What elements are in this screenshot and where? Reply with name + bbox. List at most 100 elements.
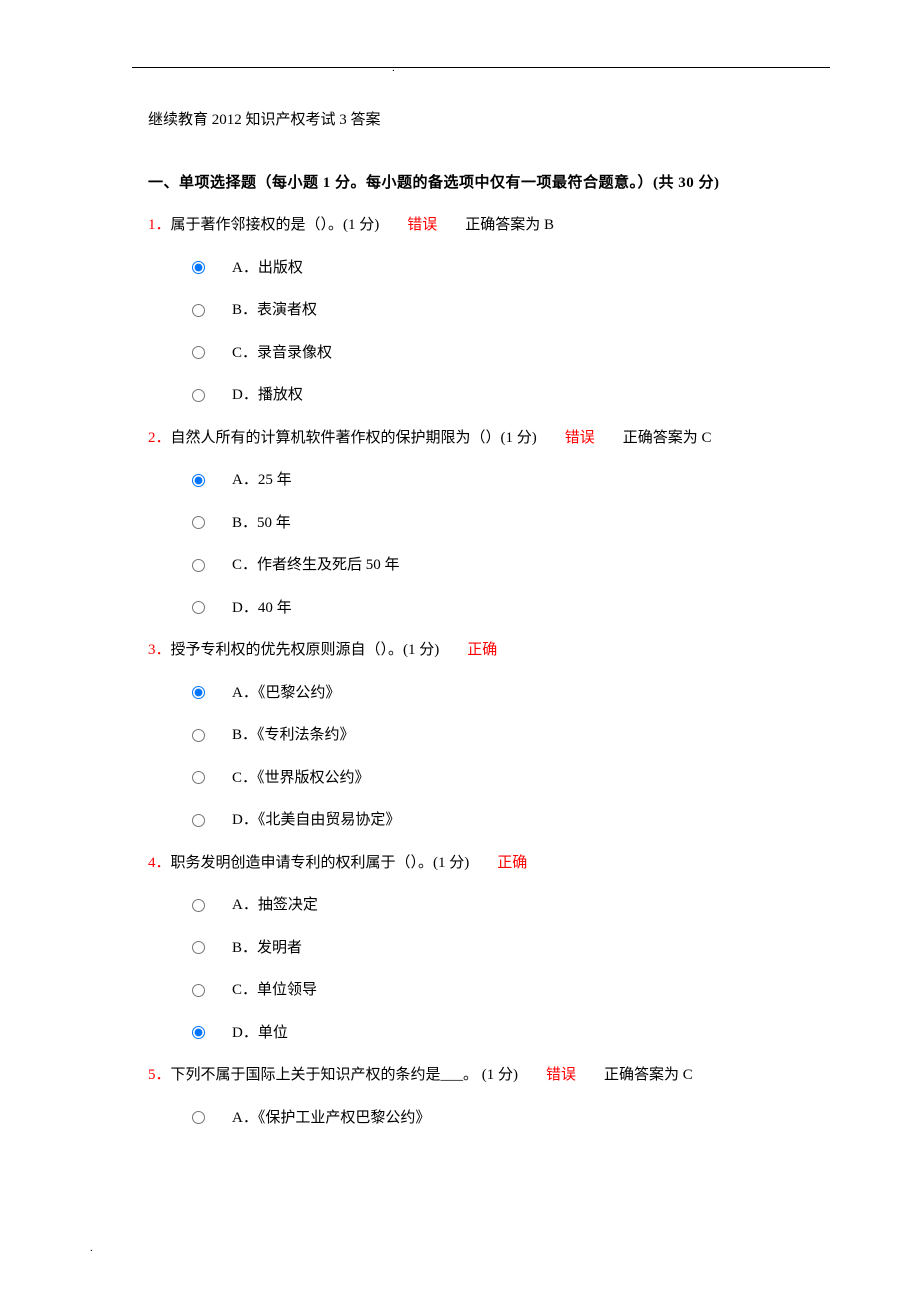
option-radio[interactable] <box>192 686 205 699</box>
status-correct: 正确 <box>467 642 497 658</box>
radio-holder <box>192 601 232 614</box>
correct-answer: 正确答案为 C <box>623 430 712 446</box>
option-radio[interactable] <box>192 389 205 402</box>
question: 3．授予专利权的优先权原则源自（）。(1 分)正确 A．《巴黎公约》 B．《专利法条… <box>148 636 830 835</box>
question-number: 1． <box>148 217 171 233</box>
option-radio[interactable] <box>192 941 205 954</box>
option-text: D．播放权 <box>232 381 303 410</box>
questions-list: 1．属于著作邻接权的是（）。(1 分) 错误 正确答案为 B A．出版权 B．表演者权 C… <box>148 211 830 1132</box>
question-line: 1．属于著作邻接权的是（）。(1 分) 错误 正确答案为 B <box>148 211 830 240</box>
option-text: C．作者终生及死后 50 年 <box>232 551 400 580</box>
option-row: A．25 年 <box>192 466 830 495</box>
option-radio[interactable] <box>192 304 205 317</box>
option-radio[interactable] <box>192 729 205 742</box>
question-line: 2．自然人所有的计算机软件著作权的保护期限为（）(1 分) 错误 正确答案为 C <box>148 424 830 453</box>
question-text: 下列不属于国际上关于知识产权的条约是___。 (1 分) <box>171 1067 519 1083</box>
question-text: 属于著作邻接权的是（）。(1 分) <box>171 217 380 233</box>
status-wrong: 错误 <box>407 217 437 233</box>
option-radio[interactable] <box>192 771 205 784</box>
option-row: A．出版权 <box>192 254 830 283</box>
correct-answer: 正确答案为 C <box>604 1067 693 1083</box>
option-text: C．录音录像权 <box>232 339 332 368</box>
option-row: B．表演者权 <box>192 296 830 325</box>
radio-holder <box>192 559 232 572</box>
option-radio[interactable] <box>192 984 205 997</box>
document-content: 继续教育 2012 知识产权考试 3 答案 一、单项选择题（每小题 1 分。每小… <box>0 68 920 1132</box>
option-list: A．抽签决定 B．发明者 C．单位领导 D．单位 <box>148 891 830 1047</box>
option-text: B．发明者 <box>232 934 302 963</box>
radio-holder <box>192 899 232 912</box>
correct-answer: 正确答案为 B <box>465 217 554 233</box>
question-line: 5．下列不属于国际上关于知识产权的条约是___。 (1 分) 错误 正确答案为 C <box>148 1061 830 1090</box>
question-number: 4． <box>148 855 171 871</box>
option-radio[interactable] <box>192 559 205 572</box>
radio-holder <box>192 389 232 402</box>
question: 4．职务发明创造申请专利的权利属于（）。(1 分) 正确 A．抽签决定 B．发明者 C．… <box>148 849 830 1048</box>
question-line: 4．职务发明创造申请专利的权利属于（）。(1 分) 正确 <box>148 849 830 878</box>
option-row: B．《专利法条约》 <box>192 721 830 750</box>
status-correct: 正确 <box>497 855 527 871</box>
question-line: 3．授予专利权的优先权原则源自（）。(1 分)正确 <box>148 636 830 665</box>
radio-holder <box>192 771 232 784</box>
option-radio[interactable] <box>192 261 205 274</box>
top-rule-marker: . <box>392 62 395 74</box>
option-text: A．《巴黎公约》 <box>232 679 340 708</box>
option-row: A．《巴黎公约》 <box>192 679 830 708</box>
option-list: A．《巴黎公约》 B．《专利法条约》 C．《世界版权公约》 D．《北美自由贸易协定》 <box>148 679 830 835</box>
status-wrong: 错误 <box>546 1067 576 1083</box>
question: 1．属于著作邻接权的是（）。(1 分) 错误 正确答案为 B A．出版权 B．表演者权 C… <box>148 211 830 410</box>
option-text: D．《北美自由贸易协定》 <box>232 806 400 835</box>
option-radio[interactable] <box>192 601 205 614</box>
option-row: D．40 年 <box>192 594 830 623</box>
option-row: C．《世界版权公约》 <box>192 764 830 793</box>
option-row: D．单位 <box>192 1019 830 1048</box>
option-row: D．《北美自由贸易协定》 <box>192 806 830 835</box>
option-row: C．单位领导 <box>192 976 830 1005</box>
radio-holder <box>192 304 232 317</box>
radio-holder <box>192 1026 232 1039</box>
radio-holder <box>192 686 232 699</box>
question-text: 自然人所有的计算机软件著作权的保护期限为（）(1 分) <box>171 430 537 446</box>
radio-holder <box>192 984 232 997</box>
option-text: B．表演者权 <box>232 296 317 325</box>
document-title: 继续教育 2012 知识产权考试 3 答案 <box>148 106 830 135</box>
radio-holder <box>192 346 232 359</box>
option-row: D．播放权 <box>192 381 830 410</box>
question-number: 2． <box>148 430 171 446</box>
option-radio[interactable] <box>192 346 205 359</box>
option-radio[interactable] <box>192 899 205 912</box>
option-radio[interactable] <box>192 474 205 487</box>
option-list: A．25 年 B．50 年 C．作者终生及死后 50 年 D．40 年 <box>148 466 830 622</box>
radio-holder <box>192 814 232 827</box>
option-radio[interactable] <box>192 814 205 827</box>
option-row: B．发明者 <box>192 934 830 963</box>
bottom-marker: . <box>90 1242 93 1254</box>
status-wrong: 错误 <box>565 430 595 446</box>
option-text: A．《保护工业产权巴黎公约》 <box>232 1104 430 1133</box>
option-text: A．25 年 <box>232 466 292 495</box>
option-row: B．50 年 <box>192 509 830 538</box>
option-text: B．50 年 <box>232 509 291 538</box>
option-row: A．抽签决定 <box>192 891 830 920</box>
option-text: C．单位领导 <box>232 976 317 1005</box>
top-rule: . <box>132 67 830 68</box>
option-text: A．出版权 <box>232 254 303 283</box>
option-radio[interactable] <box>192 1111 205 1124</box>
option-radio[interactable] <box>192 516 205 529</box>
question-text: 职务发明创造申请专利的权利属于（）。(1 分) <box>171 855 470 871</box>
option-text: C．《世界版权公约》 <box>232 764 370 793</box>
option-row: A．《保护工业产权巴黎公约》 <box>192 1104 830 1133</box>
option-radio[interactable] <box>192 1026 205 1039</box>
option-text: D．40 年 <box>232 594 292 623</box>
option-text: A．抽签决定 <box>232 891 318 920</box>
radio-holder <box>192 261 232 274</box>
option-row: C．作者终生及死后 50 年 <box>192 551 830 580</box>
option-list: A．出版权 B．表演者权 C．录音录像权 D．播放权 <box>148 254 830 410</box>
question: 5．下列不属于国际上关于知识产权的条约是___。 (1 分) 错误 正确答案为 C A… <box>148 1061 830 1132</box>
radio-holder <box>192 1111 232 1124</box>
radio-holder <box>192 474 232 487</box>
option-text: D．单位 <box>232 1019 288 1048</box>
option-list: A．《保护工业产权巴黎公约》 <box>148 1104 830 1133</box>
question-number: 5． <box>148 1067 171 1083</box>
option-text: B．《专利法条约》 <box>232 721 355 750</box>
